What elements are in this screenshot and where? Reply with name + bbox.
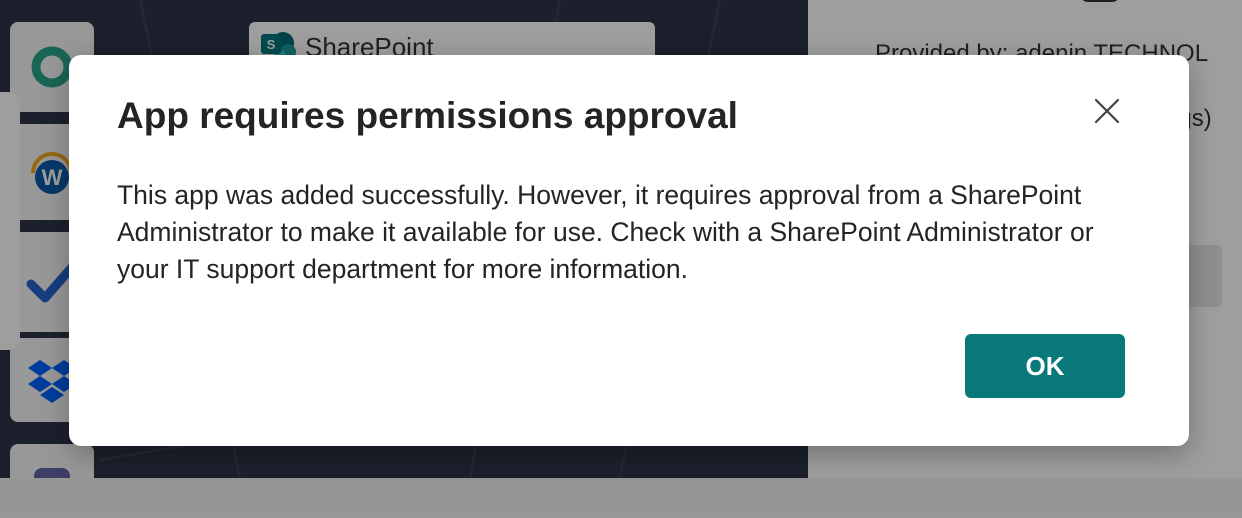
close-icon: [1094, 98, 1120, 124]
dialog-title: App requires permissions approval: [117, 95, 738, 136]
dialog-message: This app was added successfully. However…: [117, 180, 1094, 284]
ok-button[interactable]: OK: [965, 334, 1125, 398]
permissions-dialog: App requires permissions approval This a…: [69, 55, 1189, 446]
close-button[interactable]: [1089, 93, 1125, 129]
